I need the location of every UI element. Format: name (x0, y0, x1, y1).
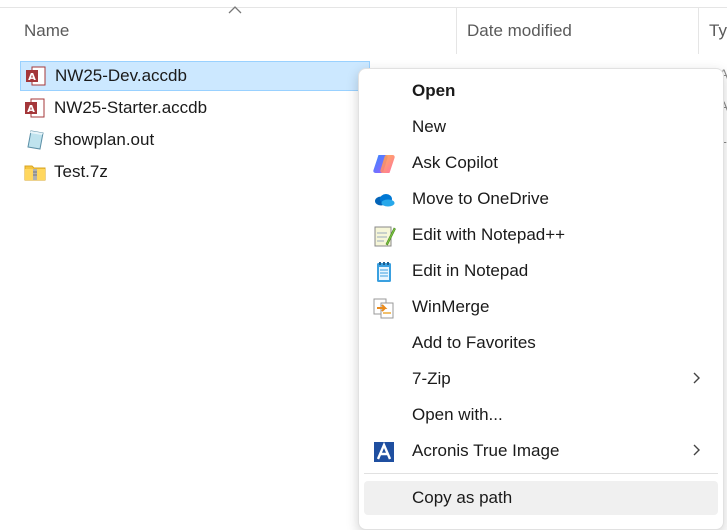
menu-item-label: Acronis True Image (412, 441, 560, 460)
notepad-icon (377, 262, 391, 282)
svg-text:A: A (27, 104, 35, 115)
menu-item-label: New (412, 117, 447, 136)
column-separator[interactable] (698, 8, 699, 54)
menu-item-label: WinMerge (412, 297, 490, 316)
onedrive-cloud-icon (375, 194, 395, 207)
column-separator[interactable] (456, 8, 457, 54)
file-row-nw25-dev[interactable]: A NW25-Dev.accdb (20, 61, 370, 91)
column-header-row: Name Date modified Ty (0, 8, 727, 54)
notepad-plus-plus-icon (374, 226, 396, 247)
menu-item-new[interactable]: New (364, 110, 718, 144)
menu-item-acronis-true-image[interactable]: Acronis True Image (364, 434, 718, 468)
winmerge-icon (373, 298, 394, 319)
chevron-right-icon (693, 444, 700, 456)
menu-item-add-to-favorites[interactable]: Add to Favorites (364, 326, 718, 360)
chevron-right-icon (693, 372, 700, 384)
menu-item-label: Add to Favorites (412, 333, 536, 352)
file-row-nw25-starter[interactable]: A NW25-Starter.accdb (20, 93, 370, 123)
menu-item-copy-as-path[interactable]: Copy as path (364, 481, 718, 515)
menu-item-ask-copilot[interactable]: Ask Copilot (364, 146, 718, 180)
menu-item-label: Ask Copilot (412, 153, 498, 172)
menu-item-label: Edit in Notepad (412, 261, 529, 280)
copilot-icon (373, 155, 395, 173)
generic-file-icon (27, 130, 44, 150)
access-file-icon: A (26, 66, 46, 86)
acronis-icon (374, 441, 394, 462)
menu-item-label: 7-Zip (412, 369, 451, 388)
menu-item-move-to-onedrive[interactable]: Move to OneDrive (364, 182, 718, 216)
menu-item-edit-with-notepad-plus-plus[interactable]: Edit with Notepad++ (364, 218, 718, 252)
menu-item-label: Edit with Notepad++ (412, 225, 566, 244)
menu-item-edit-in-notepad[interactable]: Edit in Notepad (364, 254, 718, 288)
access-file-icon: A (25, 98, 45, 118)
archive-file-icon (24, 165, 46, 181)
file-name: showplan.out (54, 130, 155, 149)
menu-item-open[interactable]: Open (364, 74, 718, 108)
column-header-type[interactable]: Ty (709, 8, 727, 54)
file-name: NW25-Starter.accdb (54, 98, 208, 117)
file-name: Test.7z (54, 162, 108, 181)
menu-item-label: Open (412, 81, 456, 100)
context-menu: Open New Ask Copilot Move to OneDrive Ed… (358, 68, 724, 530)
file-row-showplan[interactable]: showplan.out (20, 125, 370, 155)
svg-text:A: A (28, 72, 36, 83)
menu-item-open-with[interactable]: Open with... (364, 398, 718, 432)
column-header-name[interactable]: Name (24, 8, 69, 54)
menu-item-label: Move to OneDrive (412, 189, 549, 208)
file-row-test-7z[interactable]: Test.7z (20, 157, 370, 187)
menu-separator (364, 473, 718, 474)
file-name: NW25-Dev.accdb (55, 66, 187, 85)
menu-item-label: Copy as path (412, 488, 513, 507)
menu-item-label: Open with... (412, 405, 503, 424)
menu-item-winmerge[interactable]: WinMerge (364, 290, 718, 324)
column-header-date-modified[interactable]: Date modified (467, 8, 572, 54)
menu-item-7-zip[interactable]: 7-Zip (364, 362, 718, 396)
